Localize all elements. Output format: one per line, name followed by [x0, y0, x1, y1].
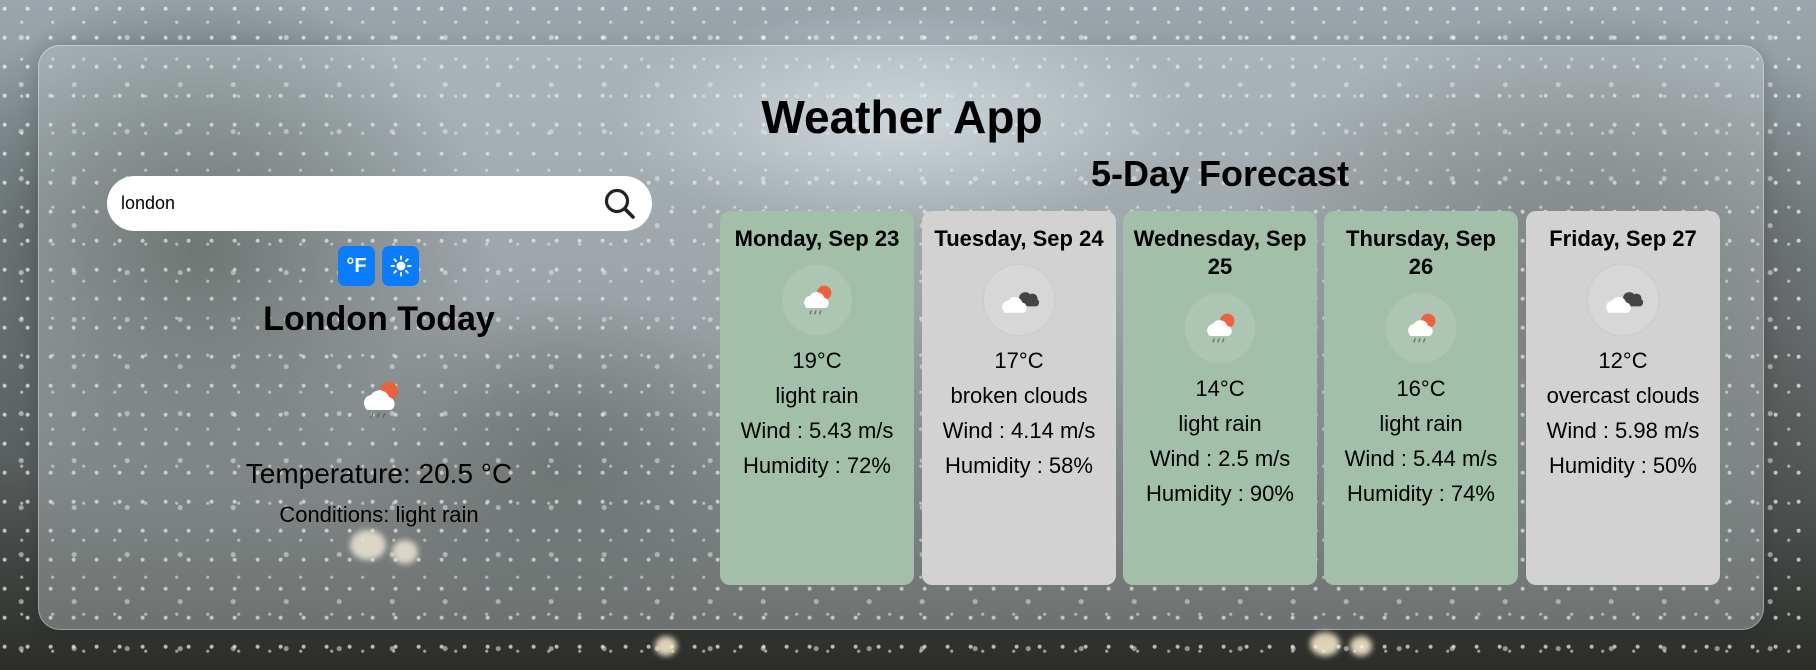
forecast-date: Thursday, Sep 26	[1346, 226, 1496, 279]
forecast-wind: Wind : 5.43 m/s	[740, 418, 894, 443]
background-light	[655, 636, 677, 656]
rain-cloud-sun-icon	[1384, 291, 1458, 365]
forecast-day-card: Monday, Sep 23 19°C light rain Wind : 5.…	[720, 211, 914, 585]
app-title: Weather App	[761, 91, 1043, 143]
forecast-humidity: Humidity : 50%	[1549, 453, 1697, 478]
search-button[interactable]	[602, 186, 638, 222]
sun-icon	[390, 255, 411, 277]
forecast-humidity: Humidity : 58%	[945, 453, 1093, 478]
forecast-temp: 17°C	[994, 348, 1044, 373]
forecast-description: broken clouds	[950, 383, 1088, 408]
forecast-description: overcast clouds	[1546, 383, 1700, 408]
search-bar	[107, 176, 652, 231]
forecast-date: Wednesday, Sep 25	[1133, 226, 1307, 279]
today-temperature: Temperature: 20.5 °C	[245, 458, 513, 489]
forecast-wind: Wind : 5.98 m/s	[1546, 418, 1700, 443]
rain-cloud-sun-icon	[1183, 291, 1257, 365]
forecast-day-card: Wednesday, Sep 25 14°C light rain Wind :…	[1123, 211, 1317, 585]
forecast-wind: Wind : 2.5 m/s	[1149, 446, 1291, 471]
forecast-day-card: Tuesday, Sep 24 17°C broken clouds Wind …	[922, 211, 1116, 585]
forecast-date: Tuesday, Sep 24	[934, 226, 1104, 251]
forecast-wind: Wind : 5.44 m/s	[1344, 446, 1498, 471]
overcast-clouds-icon	[1586, 263, 1660, 337]
forecast-description: light rain	[1379, 411, 1463, 436]
forecast-humidity: Humidity : 72%	[743, 453, 891, 478]
city-search-input[interactable]	[121, 176, 581, 231]
forecast-day-card: Friday, Sep 27 12°C overcast clouds Wind…	[1526, 211, 1720, 585]
today-conditions: Conditions: light rain	[279, 502, 479, 527]
rain-cloud-sun-icon	[355, 375, 405, 425]
forecast-wind: Wind : 4.14 m/s	[942, 418, 1096, 443]
forecast-date: Monday, Sep 23	[734, 226, 900, 251]
background-light	[1350, 636, 1372, 656]
forecast-temp: 14°C	[1195, 376, 1245, 401]
forecast-temp: 12°C	[1598, 348, 1648, 373]
forecast-date: Friday, Sep 27	[1549, 226, 1697, 251]
forecast-temp: 19°C	[792, 348, 842, 373]
search-icon	[604, 188, 635, 219]
forecast-description: light rain	[775, 383, 859, 408]
today-title: London Today	[263, 300, 495, 338]
broken-clouds-icon	[982, 263, 1056, 337]
forecast-description: light rain	[1178, 411, 1262, 436]
fahrenheit-toggle-button[interactable]: °F	[338, 246, 375, 286]
forecast-humidity: Humidity : 74%	[1347, 481, 1495, 506]
theme-toggle-button[interactable]	[382, 246, 419, 286]
forecast-temp: 16°C	[1396, 376, 1446, 401]
forecast-humidity: Humidity : 90%	[1146, 481, 1294, 506]
background-light	[1310, 632, 1340, 656]
rain-cloud-sun-icon	[780, 263, 854, 337]
forecast-day-card: Thursday, Sep 26 16°C light rain Wind : …	[1324, 211, 1518, 585]
forecast-title: 5-Day Forecast	[1090, 153, 1350, 194]
